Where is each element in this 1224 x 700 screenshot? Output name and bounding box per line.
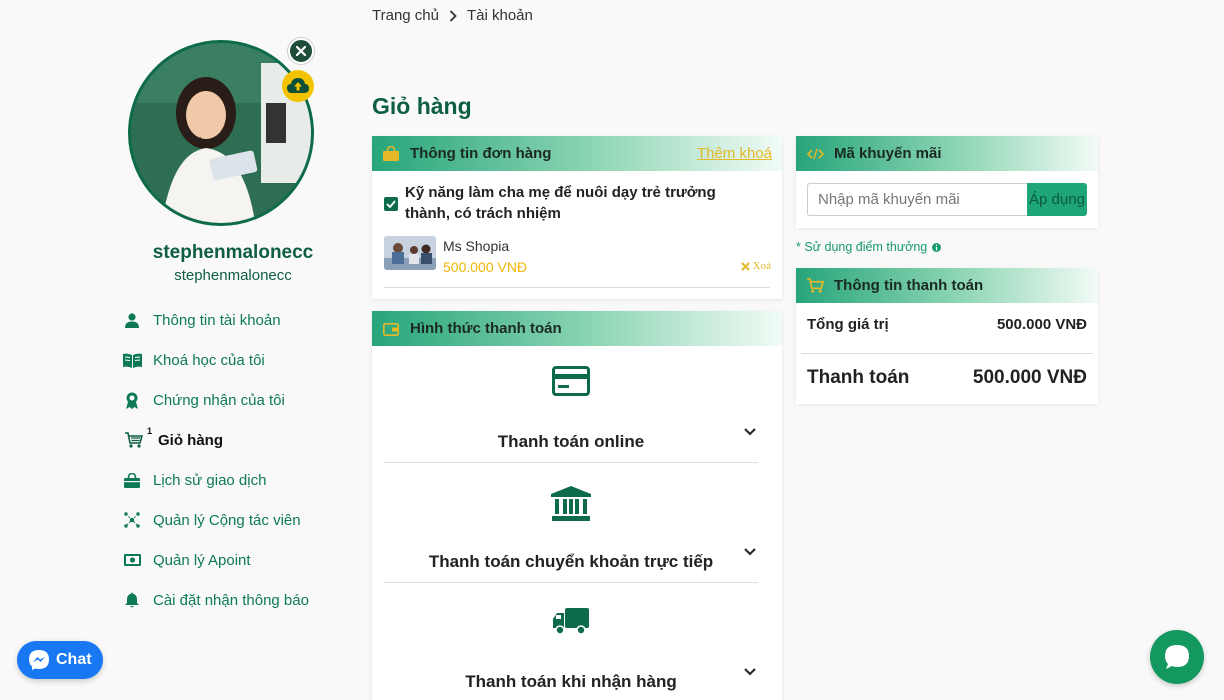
use-reward-points-link[interactable]: * Sử dụng điểm thưởng	[796, 240, 942, 254]
chat-bubble-icon	[1165, 645, 1189, 669]
bag-icon	[382, 145, 400, 163]
divider	[384, 462, 758, 463]
credit-card-icon	[384, 366, 758, 396]
messenger-chat-button[interactable]: Chat	[17, 641, 103, 679]
bank-icon	[384, 486, 758, 522]
breadcrumb-home-link[interactable]: Trang chủ	[372, 7, 439, 24]
sidebar-item-label: Khoá học của tôi	[153, 351, 265, 369]
chevron-right-icon	[449, 9, 457, 22]
add-course-link[interactable]: Thêm khoá	[697, 145, 772, 162]
promo-code-card: Mã khuyến mãi Áp dụng	[796, 136, 1098, 228]
divider	[384, 582, 758, 583]
apply-promo-button[interactable]: Áp dụng	[1027, 183, 1087, 216]
sidebar-item-certificates[interactable]: Chứng nhận của tôi	[122, 380, 352, 420]
chevron-down-icon	[744, 668, 756, 676]
page-title: Giỏ hàng	[372, 93, 472, 119]
order-info-title: Thông tin đơn hàng	[410, 145, 552, 162]
course-thumbnail	[384, 236, 436, 270]
checkmark-icon	[386, 200, 396, 208]
order-info-card: Thông tin đơn hàng Thêm khoá Kỹ năng làm…	[372, 136, 782, 299]
sidebar-item-my-courses[interactable]: Khoá học của tôi	[122, 340, 352, 380]
promo-code-title: Mã khuyến mãi	[834, 145, 942, 162]
breadcrumb: Trang chủ Tài khoản	[372, 7, 533, 24]
bag-icon	[122, 470, 142, 490]
use-reward-points-label: * Sử dụng điểm thưởng	[796, 240, 928, 254]
remove-avatar-button[interactable]	[288, 38, 314, 64]
promo-code-header: Mã khuyến mãi	[796, 136, 1098, 171]
cloud-upload-icon	[287, 78, 309, 93]
sidebar-item-label: Chứng nhận của tôi	[153, 391, 285, 409]
payment-option-label: Thanh toán chuyển khoản trực tiếp	[428, 552, 714, 571]
network-icon	[122, 510, 142, 530]
payment-summary-header: Thông tin thanh toán	[796, 268, 1098, 303]
payment-method-header: Hình thức thanh toán	[372, 311, 782, 346]
close-icon	[296, 46, 306, 56]
book-icon	[122, 350, 142, 370]
remove-item-button[interactable]: Xoá	[740, 260, 771, 272]
breadcrumb-current: Tài khoản	[466, 7, 533, 24]
pay-label: Thanh toán	[807, 367, 910, 388]
promo-code-form: Áp dụng	[807, 183, 1087, 216]
info-icon	[932, 242, 942, 252]
total-value-amount: 500.000 VNĐ	[996, 316, 1087, 333]
sidebar: stephenmalonecc stephenmalonecc Thông ti…	[0, 0, 350, 700]
sidebar-item-label: Lịch sử giao dịch	[153, 471, 267, 489]
pay-amount-row: Thanh toán 500.000 VNĐ	[807, 367, 1087, 389]
close-icon	[740, 261, 750, 271]
cart-count-badge: 1	[146, 426, 152, 436]
avatar	[128, 40, 314, 226]
sidebar-item-notification-settings[interactable]: Cài đặt nhận thông báo	[122, 580, 352, 620]
divider	[384, 287, 770, 288]
sidebar-item-label: Quản lý Cộng tác viên	[153, 511, 301, 529]
payment-option-bank-transfer[interactable]: Thanh toán chuyển khoản trực tiếp	[384, 486, 758, 606]
course-select-checkbox[interactable]	[384, 197, 398, 211]
messenger-icon	[29, 650, 49, 670]
bell-icon	[122, 590, 142, 610]
message-fab-button[interactable]	[1150, 630, 1204, 684]
payment-method-card: Hình thức thanh toán Thanh toán online T…	[372, 311, 782, 700]
avatar-photo	[131, 43, 311, 223]
payment-option-online[interactable]: Thanh toán online	[384, 366, 758, 486]
sidebar-item-apoint[interactable]: Quản lý Apoint	[122, 540, 352, 580]
truck-icon	[384, 606, 758, 636]
payment-option-cod[interactable]: Thanh toán khi nhận hàng	[384, 606, 758, 700]
sidebar-item-cart[interactable]: 1 Giỏ hàng	[122, 420, 352, 460]
course-teacher: Ms Shopia	[443, 238, 510, 254]
sidebar-item-label: Giỏ hàng	[158, 431, 223, 449]
payment-summary-card: Thông tin thanh toán Tổng giá trị 500.00…	[796, 268, 1098, 404]
total-value-label: Tổng giá trị	[807, 316, 889, 333]
sidebar-item-transaction-history[interactable]: Lịch sử giao dịch	[122, 460, 352, 500]
money-icon	[122, 550, 142, 570]
payment-option-label: Thanh toán online	[497, 432, 645, 451]
promo-code-input[interactable]	[807, 183, 1027, 216]
sidebar-item-label: Cài đặt nhận thông báo	[153, 591, 309, 609]
upload-avatar-button[interactable]	[282, 70, 314, 102]
remove-item-label: Xoá	[752, 260, 771, 272]
sidebar-item-account-info[interactable]: Thông tin tài khoản	[122, 300, 352, 340]
sidebar-item-label: Quản lý Apoint	[153, 551, 251, 569]
payment-method-title: Hình thức thanh toán	[410, 320, 562, 337]
order-info-header: Thông tin đơn hàng Thêm khoá	[372, 136, 782, 171]
sidebar-item-affiliates[interactable]: Quản lý Cộng tác viên	[122, 500, 352, 540]
divider	[801, 353, 1093, 354]
course-title: Kỹ năng làm cha mẹ để nuôi dạy trẻ trưởn…	[405, 184, 716, 222]
account-menu: Thông tin tài khoản Khoá học của tôi Chứ…	[122, 300, 352, 620]
total-value-row: Tổng giá trị 500.000 VNĐ	[807, 316, 1087, 333]
cart-icon	[806, 277, 824, 295]
chat-label: Chat	[56, 651, 92, 668]
sidebar-item-label: Thông tin tài khoản	[153, 311, 281, 329]
user-icon	[122, 310, 142, 330]
chevron-down-icon	[744, 548, 756, 556]
cart-icon: 1	[122, 426, 152, 450]
course-price: 500.000 VNĐ	[443, 259, 528, 275]
chevron-down-icon	[744, 428, 756, 436]
avatar-container	[128, 38, 314, 226]
pay-amount: 500.000 VNĐ	[972, 367, 1087, 388]
wallet-icon	[382, 320, 400, 338]
payment-summary-title: Thông tin thanh toán	[834, 277, 984, 294]
payment-option-label: Thanh toán khi nhận hàng	[465, 672, 677, 691]
code-icon	[806, 145, 824, 163]
award-icon	[122, 390, 142, 410]
